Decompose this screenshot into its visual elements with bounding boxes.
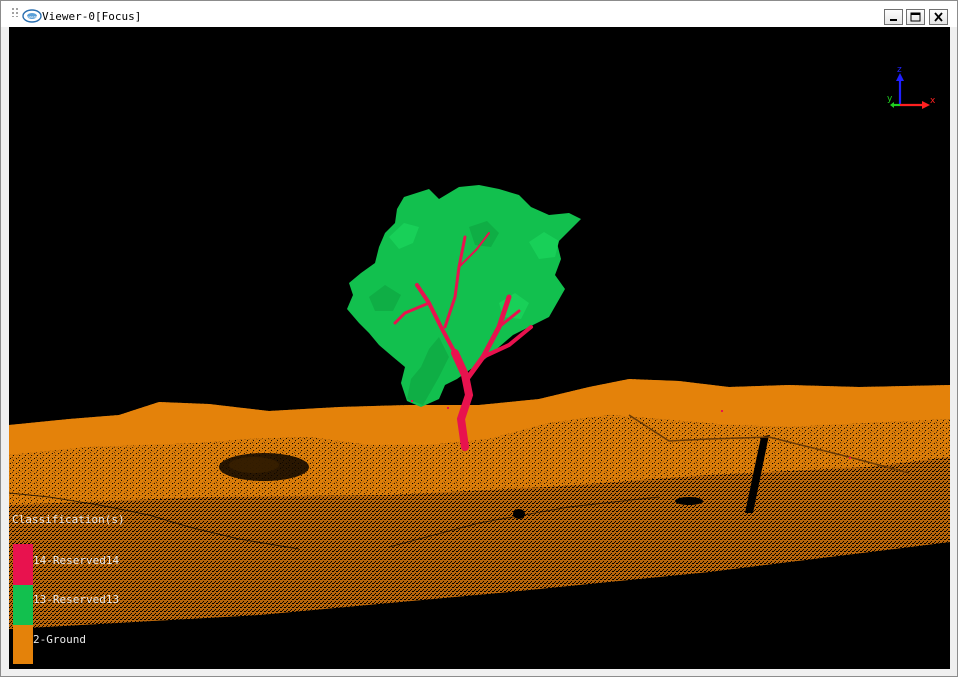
minimize-button[interactable] xyxy=(884,9,903,25)
close-button[interactable] xyxy=(929,9,948,25)
maximize-button[interactable] xyxy=(906,9,925,25)
legend-label-reserved14: 14-Reserved14 xyxy=(33,554,120,567)
close-icon xyxy=(934,12,943,22)
legend-swatch-reserved14 xyxy=(13,544,33,585)
window-title: Viewer-0[Focus] xyxy=(42,10,142,23)
viewer-window: LiDAR360 Viewer-0[Focus] z x y Classific… xyxy=(0,0,958,677)
axis-x-label: x xyxy=(930,96,936,106)
maximize-icon xyxy=(910,12,921,22)
title-bar[interactable]: LiDAR360 Viewer-0[Focus] xyxy=(1,1,957,27)
axis-gizmo-icon: z x y xyxy=(887,67,936,109)
axis-y-label: y xyxy=(887,94,893,104)
point-cloud-viewport[interactable]: z x y Classification(s) 14-Reserved14 13… xyxy=(9,27,950,669)
legend-swatch-reserved13 xyxy=(13,585,33,625)
logo-text: LiDAR360 xyxy=(25,15,40,19)
legend-label-ground: 2-Ground xyxy=(33,633,86,646)
lidar360-logo-icon: LiDAR360 xyxy=(22,9,42,23)
minimize-icon xyxy=(890,19,897,21)
legend-title: Classification(s) xyxy=(12,513,125,526)
ground-points xyxy=(9,379,950,629)
legend-swatch-ground xyxy=(13,625,33,664)
point-cloud-scene[interactable] xyxy=(9,27,950,669)
axis-z-label: z xyxy=(897,67,902,75)
drag-grip-icon[interactable] xyxy=(11,7,19,17)
legend-label-reserved13: 13-Reserved13 xyxy=(33,593,120,606)
